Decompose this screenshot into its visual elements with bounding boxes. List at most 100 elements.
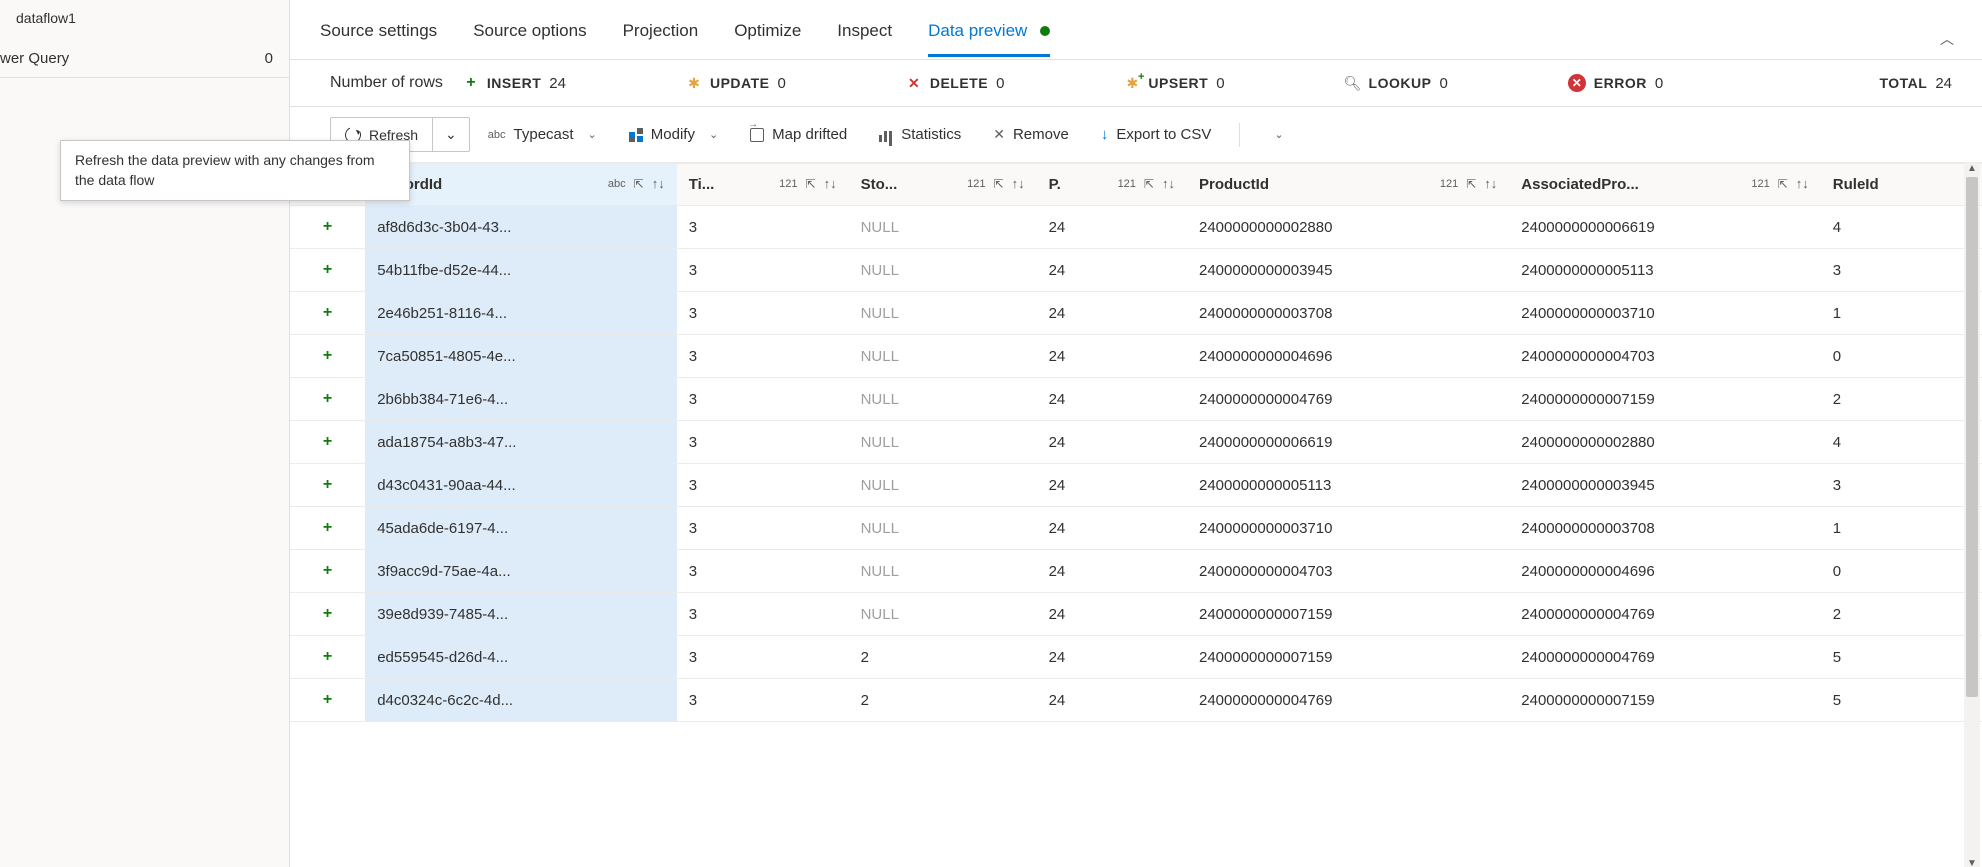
col-label-rule: RuleId <box>1833 176 1879 193</box>
cell-ti: 3 <box>677 335 849 378</box>
download-icon: ↓ <box>1101 126 1109 143</box>
column-action-icon[interactable]: ⇱ <box>634 177 644 191</box>
insert-plus-icon: + <box>323 519 332 536</box>
table-row[interactable]: +2e46b251-8116-4...3NULL2424000000000037… <box>290 292 1982 335</box>
stat-upsert-value: 0 <box>1216 75 1224 92</box>
stat-upsert-label: UPSERT <box>1148 75 1208 91</box>
table-row[interactable]: +ed559545-d26d-4...322424000000000071592… <box>290 636 1982 679</box>
insert-plus-icon: + <box>323 648 332 665</box>
type-number-icon: 121 <box>1751 178 1769 190</box>
cell-rule: 3 <box>1821 249 1982 292</box>
refresh-tooltip: Refresh the data preview with any change… <box>60 140 410 201</box>
col-header-recordid[interactable]: RecordId abc⇱↑↓ <box>365 164 677 206</box>
grid-container: ↑↓ RecordId abc⇱↑↓ Ti... 121⇱↑↓ Sto... 1… <box>290 163 1982 867</box>
scrollbar-thumb[interactable] <box>1966 177 1978 697</box>
stat-lookup-label: LOOKUP <box>1369 75 1432 91</box>
sort-icon[interactable]: ↑↓ <box>1484 176 1497 191</box>
column-action-icon[interactable]: ⇱ <box>1466 177 1476 191</box>
sort-icon[interactable]: ↑↓ <box>824 176 837 191</box>
stat-update-label: UPDATE <box>710 75 770 91</box>
tab-source-settings[interactable]: Source settings <box>320 21 437 57</box>
scroll-down-icon[interactable]: ▼ <box>1964 858 1980 867</box>
table-row[interactable]: +d43c0431-90aa-44...3NULL242400000000005… <box>290 464 1982 507</box>
tab-optimize[interactable]: Optimize <box>734 21 801 57</box>
row-op-cell: + <box>290 464 365 507</box>
col-header-sto[interactable]: Sto... 121⇱↑↓ <box>849 164 1037 206</box>
cell-p: 24 <box>1037 507 1187 550</box>
stats-lead-label: Number of rows <box>330 74 443 92</box>
cell-p: 24 <box>1037 464 1187 507</box>
insert-plus-icon: + <box>323 433 332 450</box>
cell-rule: 3 <box>1821 464 1982 507</box>
cell-assoc: 2400000000007159 <box>1509 378 1821 421</box>
table-row[interactable]: +ada18754-a8b3-47...3NULL242400000000006… <box>290 421 1982 464</box>
sort-icon[interactable]: ↑↓ <box>1162 176 1175 191</box>
tab-data-preview[interactable]: Data preview <box>928 21 1050 57</box>
vertical-scrollbar[interactable]: ▲ ▼ <box>1964 163 1980 867</box>
cell-product: 2400000000007159 <box>1187 636 1509 679</box>
map-drifted-button[interactable]: Map drifted <box>736 118 861 151</box>
remove-button[interactable]: ✕ Remove <box>979 118 1083 151</box>
collapse-chevron-icon[interactable]: ︿ <box>1940 29 1954 49</box>
col-header-product[interactable]: ProductId 121 ⇱ ↑↓ <box>1187 164 1509 206</box>
table-row[interactable]: +af8d6d3c-3b04-43...3NULL242400000000002… <box>290 206 1982 249</box>
export-button[interactable]: ↓ Export to CSV <box>1087 118 1226 151</box>
column-action-icon[interactable]: ⇱ <box>806 177 816 191</box>
statistics-button[interactable]: Statistics <box>865 118 975 151</box>
cell-sto: NULL <box>849 464 1037 507</box>
sidebar-query-row[interactable]: wer Query 0 <box>0 32 289 78</box>
table-row[interactable]: +7ca50851-4805-4e...3NULL242400000000004… <box>290 335 1982 378</box>
table-row[interactable]: +54b11fbe-d52e-44...3NULL242400000000003… <box>290 249 1982 292</box>
stats-bar: Number of rows + INSERT 24 ✱ UPDATE 0 ✕ … <box>290 60 1982 107</box>
sort-icon[interactable]: ↑↓ <box>1796 176 1809 191</box>
tab-projection[interactable]: Projection <box>623 21 699 57</box>
cell-assoc: 2400000000004769 <box>1509 636 1821 679</box>
table-row[interactable]: +39e8d939-7485-4...3NULL2424000000000071… <box>290 593 1982 636</box>
abc-icon: abc <box>488 129 506 141</box>
stat-error: ✕ ERROR 0 <box>1568 74 1663 92</box>
chevron-down-icon: ⌄ <box>445 126 457 142</box>
burst-icon: ✱ <box>686 75 702 91</box>
tab-bar: Source settings Source options Projectio… <box>290 0 1982 60</box>
tab-inspect[interactable]: Inspect <box>837 21 892 57</box>
table-row[interactable]: +2b6bb384-71e6-4...3NULL2424000000000047… <box>290 378 1982 421</box>
cell-recordid: 2e46b251-8116-4... <box>365 292 677 335</box>
column-action-icon[interactable]: ⇱ <box>994 177 1004 191</box>
cell-recordid: ed559545-d26d-4... <box>365 636 677 679</box>
stat-error-label: ERROR <box>1594 75 1647 91</box>
col-header-ti[interactable]: Ti... 121⇱↑↓ <box>677 164 849 206</box>
modify-icon <box>629 128 643 142</box>
more-button[interactable]: ⌄ <box>1254 120 1297 149</box>
cell-recordid: 3f9acc9d-75ae-4a... <box>365 550 677 593</box>
col-header-p[interactable]: P. 121⇱↑↓ <box>1037 164 1187 206</box>
row-op-cell: + <box>290 249 365 292</box>
cell-rule: 5 <box>1821 636 1982 679</box>
col-label-product: ProductId <box>1199 176 1269 193</box>
tab-source-options[interactable]: Source options <box>473 21 586 57</box>
scroll-up-icon[interactable]: ▲ <box>1964 163 1980 174</box>
insert-plus-icon: + <box>323 304 332 321</box>
cell-assoc: 2400000000003945 <box>1509 464 1821 507</box>
stat-insert-value: 24 <box>549 75 566 92</box>
col-header-assoc[interactable]: AssociatedPro... 121⇱↑↓ <box>1509 164 1821 206</box>
col-label-p: P. <box>1049 176 1061 193</box>
dataflow-title[interactable]: dataflow1 <box>0 4 289 32</box>
modify-button[interactable]: Modify ⌄ <box>615 118 732 151</box>
table-row[interactable]: +45ada6de-6197-4...3NULL2424000000000037… <box>290 507 1982 550</box>
toolbar: Refresh ⌄ abc Typecast ⌄ Modify ⌄ Map dr… <box>290 107 1982 163</box>
col-header-rule[interactable]: RuleId <box>1821 164 1982 206</box>
type-number-icon: 121 <box>1440 178 1458 190</box>
table-row[interactable]: +d4c0324c-6c2c-4d...32242400000000004769… <box>290 679 1982 722</box>
sort-icon[interactable]: ↑↓ <box>1012 176 1025 191</box>
row-op-cell: + <box>290 593 365 636</box>
stat-upsert: ✱+ UPSERT 0 <box>1124 75 1224 92</box>
stat-error-value: 0 <box>1655 75 1663 92</box>
table-row[interactable]: +3f9acc9d-75ae-4a...3NULL242400000000004… <box>290 550 1982 593</box>
column-action-icon[interactable]: ⇱ <box>1144 177 1154 191</box>
refresh-dropdown-button[interactable]: ⌄ <box>432 118 469 151</box>
cell-product: 2400000000003708 <box>1187 292 1509 335</box>
typecast-button[interactable]: abc Typecast ⌄ <box>474 118 611 151</box>
column-action-icon[interactable]: ⇱ <box>1778 177 1788 191</box>
sort-icon[interactable]: ↑↓ <box>652 176 665 191</box>
cell-recordid: 39e8d939-7485-4... <box>365 593 677 636</box>
